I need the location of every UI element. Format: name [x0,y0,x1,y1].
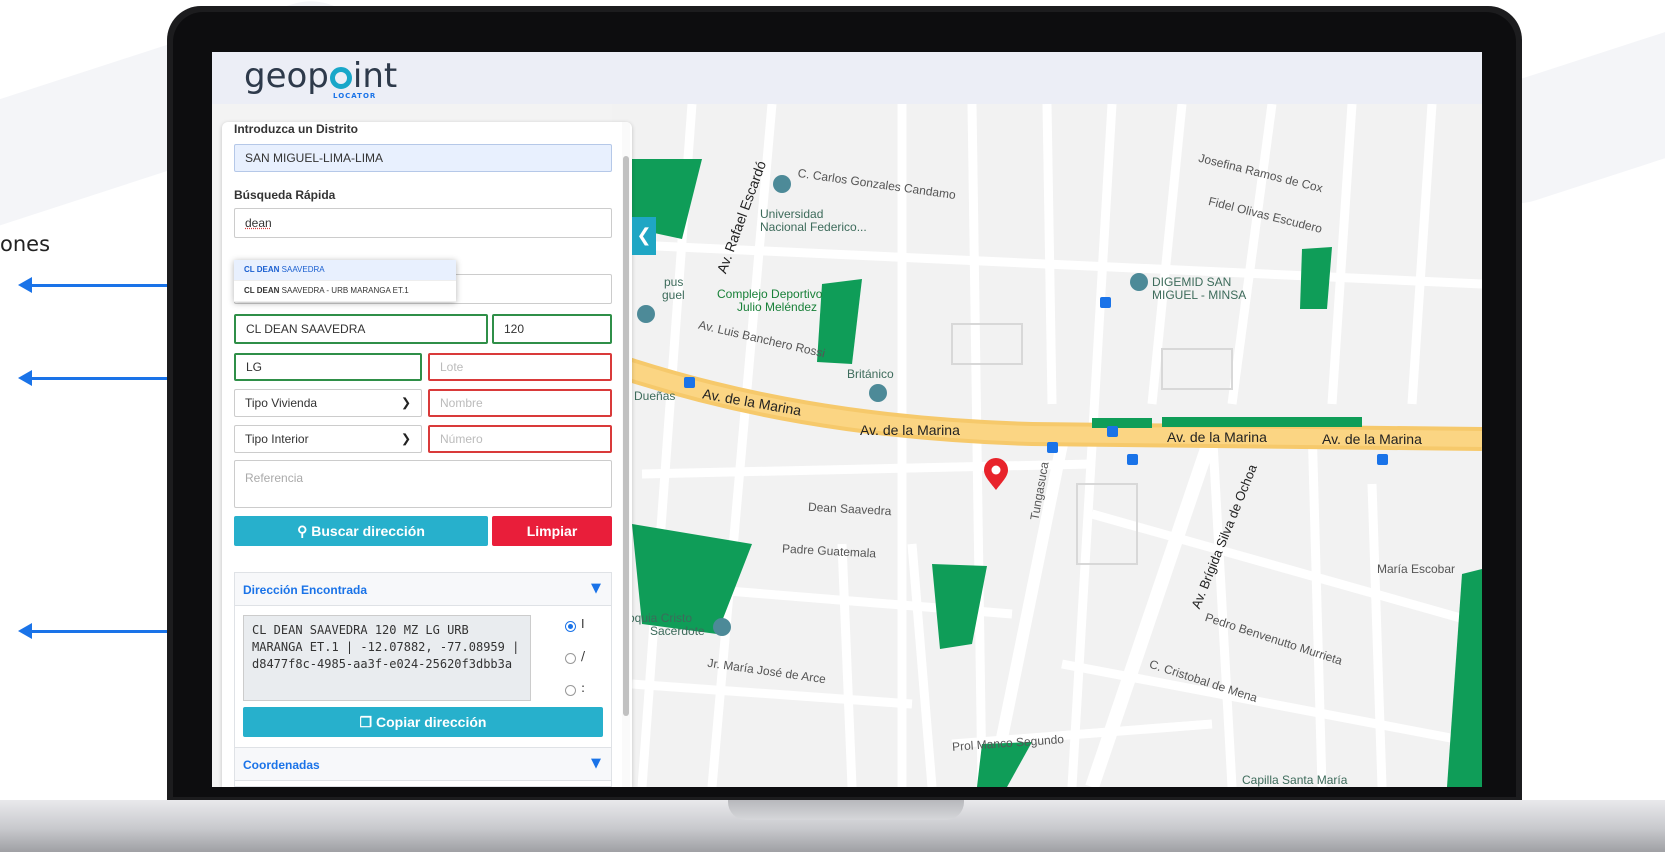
coordinates-header[interactable]: Coordenadas ▼ [235,747,611,781]
found-address-title: Dirección Encontrada [243,583,367,597]
search-address-button[interactable]: ⚲ Buscar dirección [234,516,488,546]
interior-number-input[interactable]: Número [428,425,612,453]
separator-radio[interactable] [565,621,576,632]
block-input[interactable]: LG [234,353,422,381]
copy-address-button[interactable]: ❐ Copiar dirección [243,707,603,737]
map-road-label: Av. de la Marina [1322,431,1422,447]
chevron-down-icon: ❯ [401,431,411,445]
clear-button[interactable]: Limpiar [492,516,612,546]
map-road-label: Av. de la Marina [860,422,960,438]
quick-search-label: Búsqueda Rápida [234,188,335,202]
app-logo: geop int [244,56,397,96]
logo-subtitle: LOCATOR [333,92,376,100]
map-road-label: María Escobar [1377,562,1455,576]
map-road-label: Av. de la Marina [1167,429,1267,445]
map-poi-label: Dueñas [634,390,675,403]
suggestion-item[interactable]: CL DEAN SAAVEDRA [234,260,456,281]
app-screen: geop int LOCATOR C. Carlos Gonzales Cand… [212,52,1482,787]
chevron-down-icon: ▼ [591,756,601,771]
separator-radio[interactable] [565,685,576,696]
chevron-down-icon: ▼ [591,581,601,596]
chevron-down-icon: ❯ [401,395,411,409]
separator-radio[interactable] [565,653,576,664]
map-poi-label: Julio Meléndez [737,301,817,314]
panel-scrollbar[interactable] [622,122,630,787]
radio-label: I [581,617,585,631]
radio-label: / [581,649,585,663]
map-poi-label: guel [662,289,685,302]
map-poi-label: Nacional Federico... [760,221,867,234]
lot-input[interactable]: Lote [428,353,612,381]
search-panel: Introduzca un Distrito SAN MIGUEL-LIMA-L… [222,122,632,787]
laptop-notch [728,800,964,820]
location-dot-icon [330,67,352,89]
street-input[interactable]: CL DEAN SAAVEDRA [234,314,488,344]
map-poi-label: Capilla Santa María [1242,774,1347,787]
reference-textarea[interactable]: Referencia [234,460,612,508]
quick-search-input[interactable]: dean [234,208,612,238]
housing-name-input[interactable]: Nombre [428,389,612,417]
street-number-input[interactable]: 120 [492,314,612,344]
district-input[interactable]: SAN MIGUEL-LIMA-LIMA [234,144,612,172]
found-address-text[interactable]: CL DEAN SAAVEDRA 120 MZ LG URB MARANGA E… [243,615,531,701]
suggestion-dropdown: CL DEAN SAAVEDRA CL DEAN SAAVEDRA - URB … [234,260,456,302]
found-address-section: Dirección Encontrada ▼ CL DEAN SAAVEDRA … [234,572,612,787]
app-header: geop int LOCATOR [212,52,1482,104]
side-caption: ones [0,232,50,256]
suggestion-item[interactable]: CL DEAN SAAVEDRA - URB MARANGA ET.1 [234,281,456,302]
map-poi-label: Sacerdote [650,625,705,638]
collapse-panel-button[interactable]: ❮ [632,217,656,255]
interior-type-select[interactable]: Tipo Interior ❯ [234,425,422,453]
found-address-header[interactable]: Dirección Encontrada ▼ [235,573,611,606]
housing-type-select[interactable]: Tipo Vivienda ❯ [234,389,422,417]
radio-label: : [581,681,585,695]
coordinates-title: Coordenadas [243,758,320,772]
map-poi-label: MIGUEL - MINSA [1152,289,1246,302]
map-poi-label: Británico [847,368,894,381]
district-label: Introduzca un Distrito [234,122,358,136]
